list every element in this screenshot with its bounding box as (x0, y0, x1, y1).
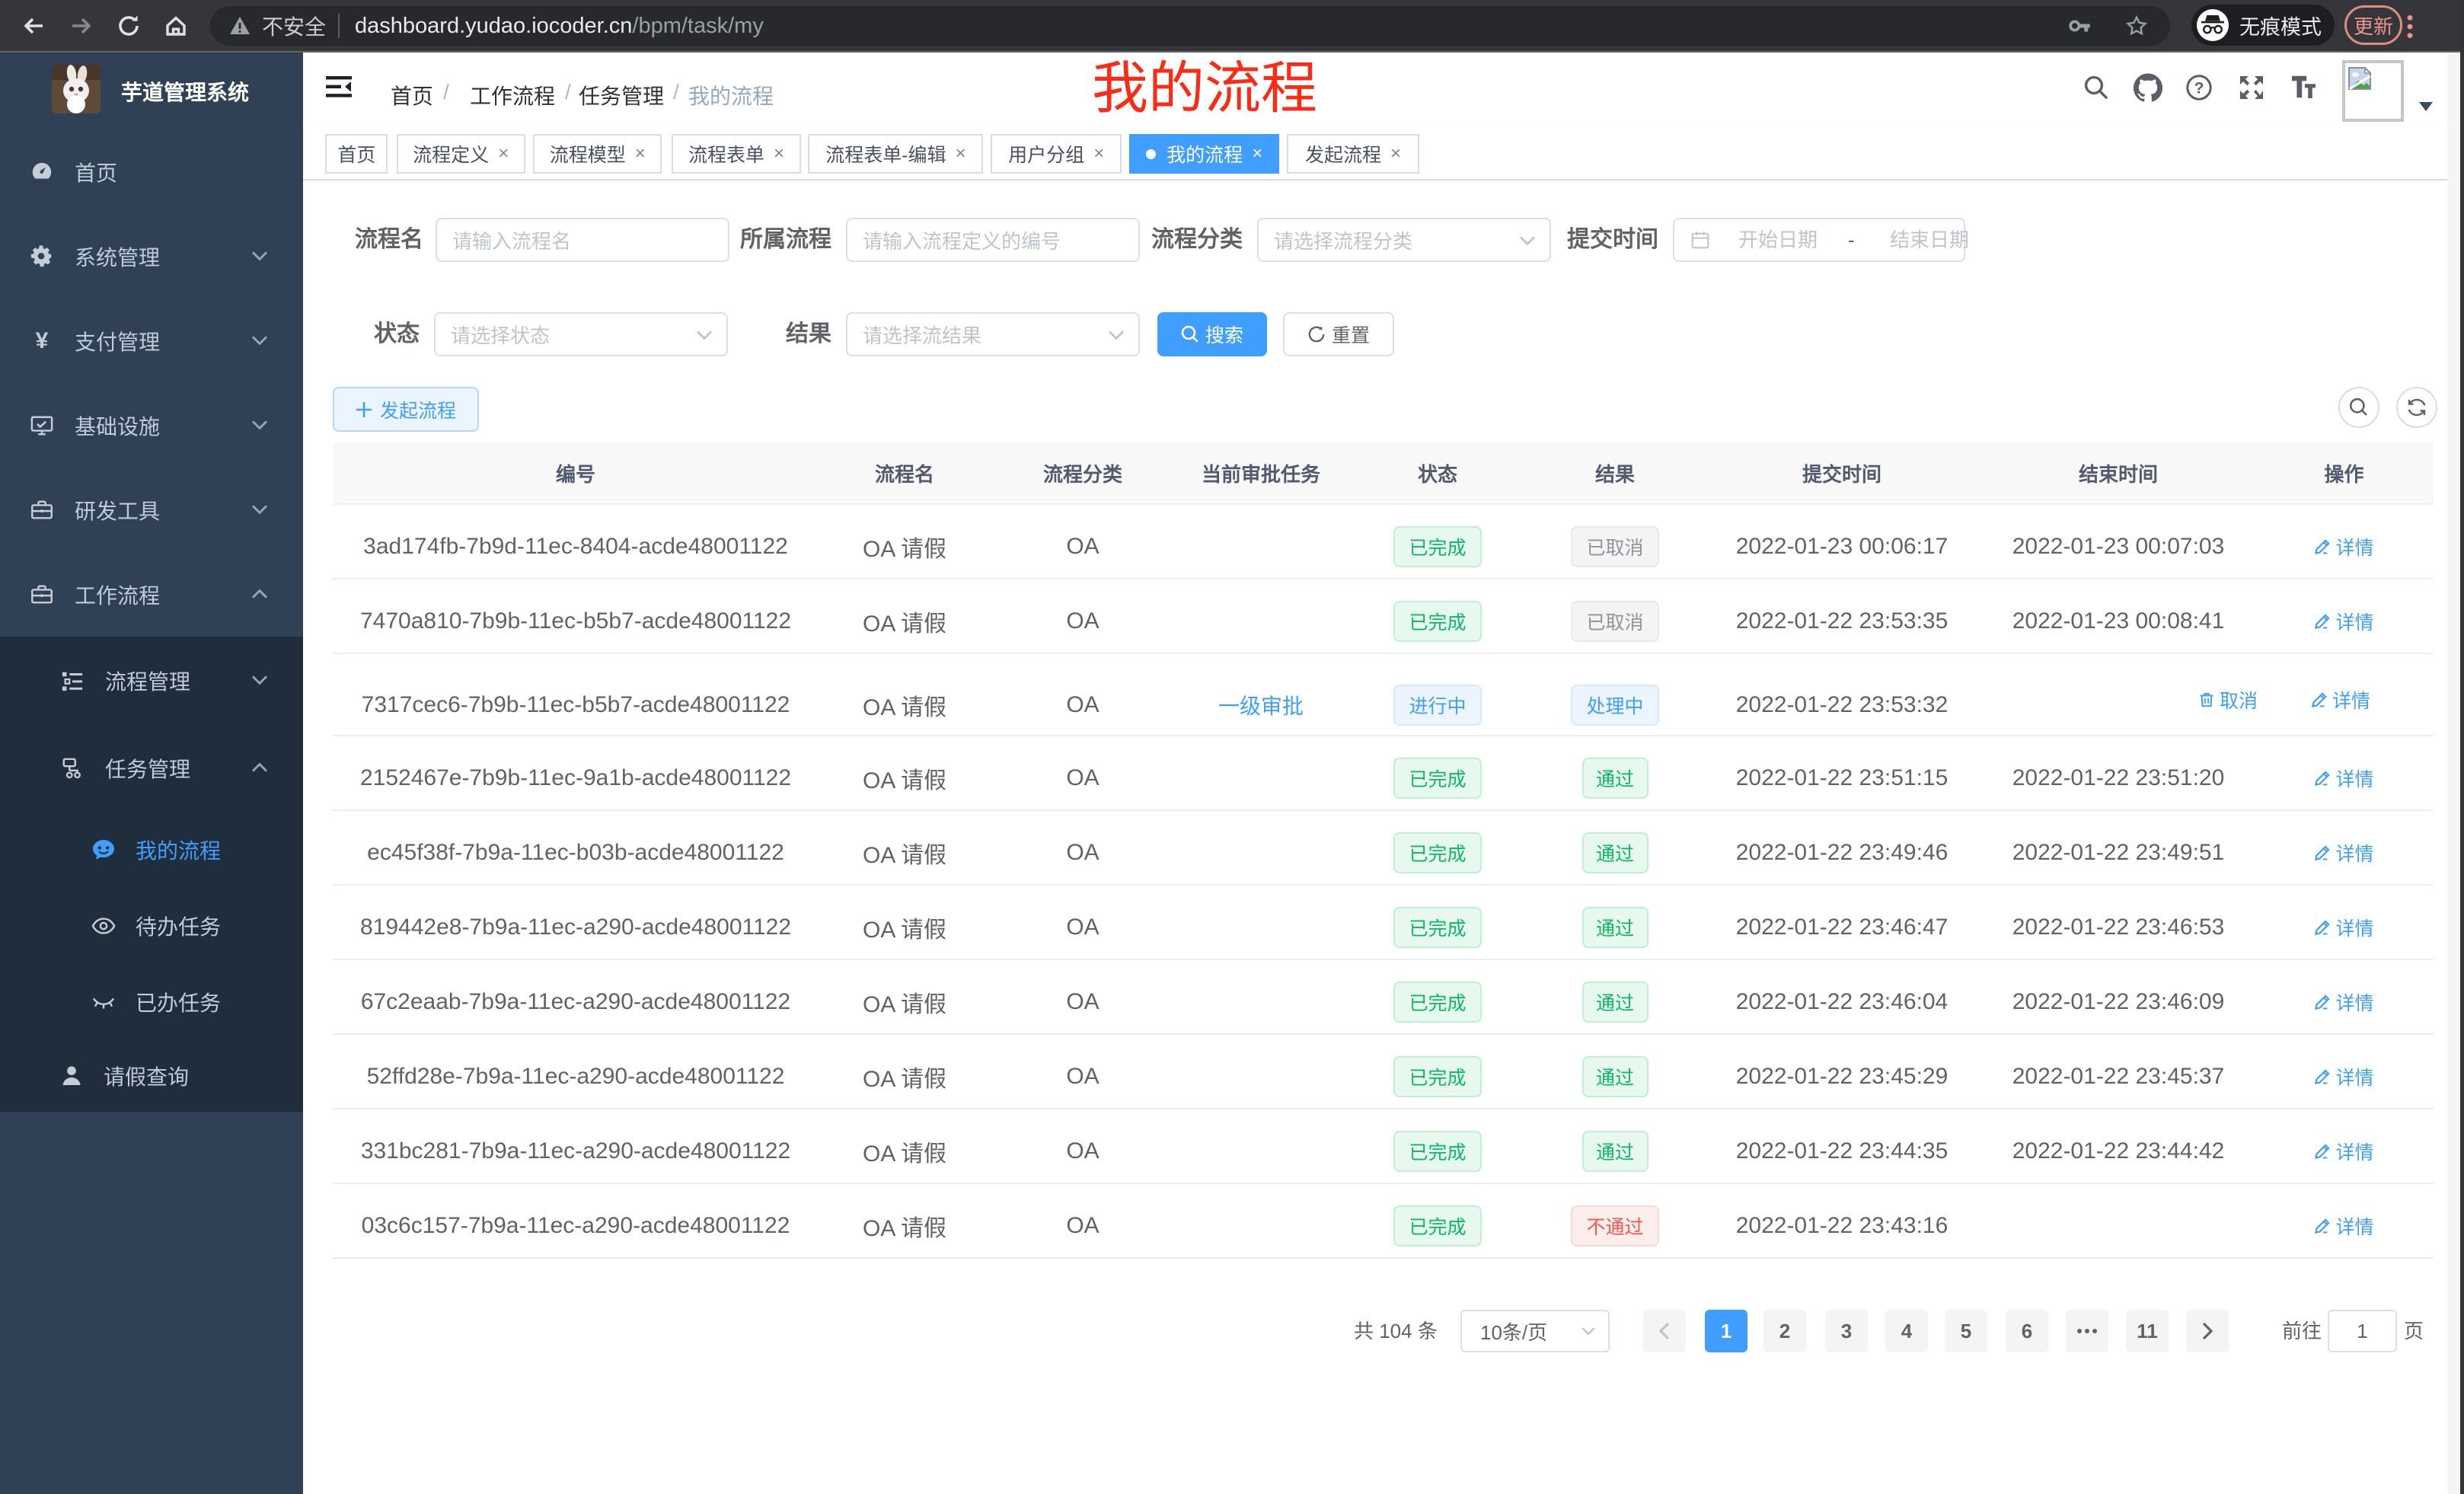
svg-text:?: ? (2194, 79, 2204, 97)
